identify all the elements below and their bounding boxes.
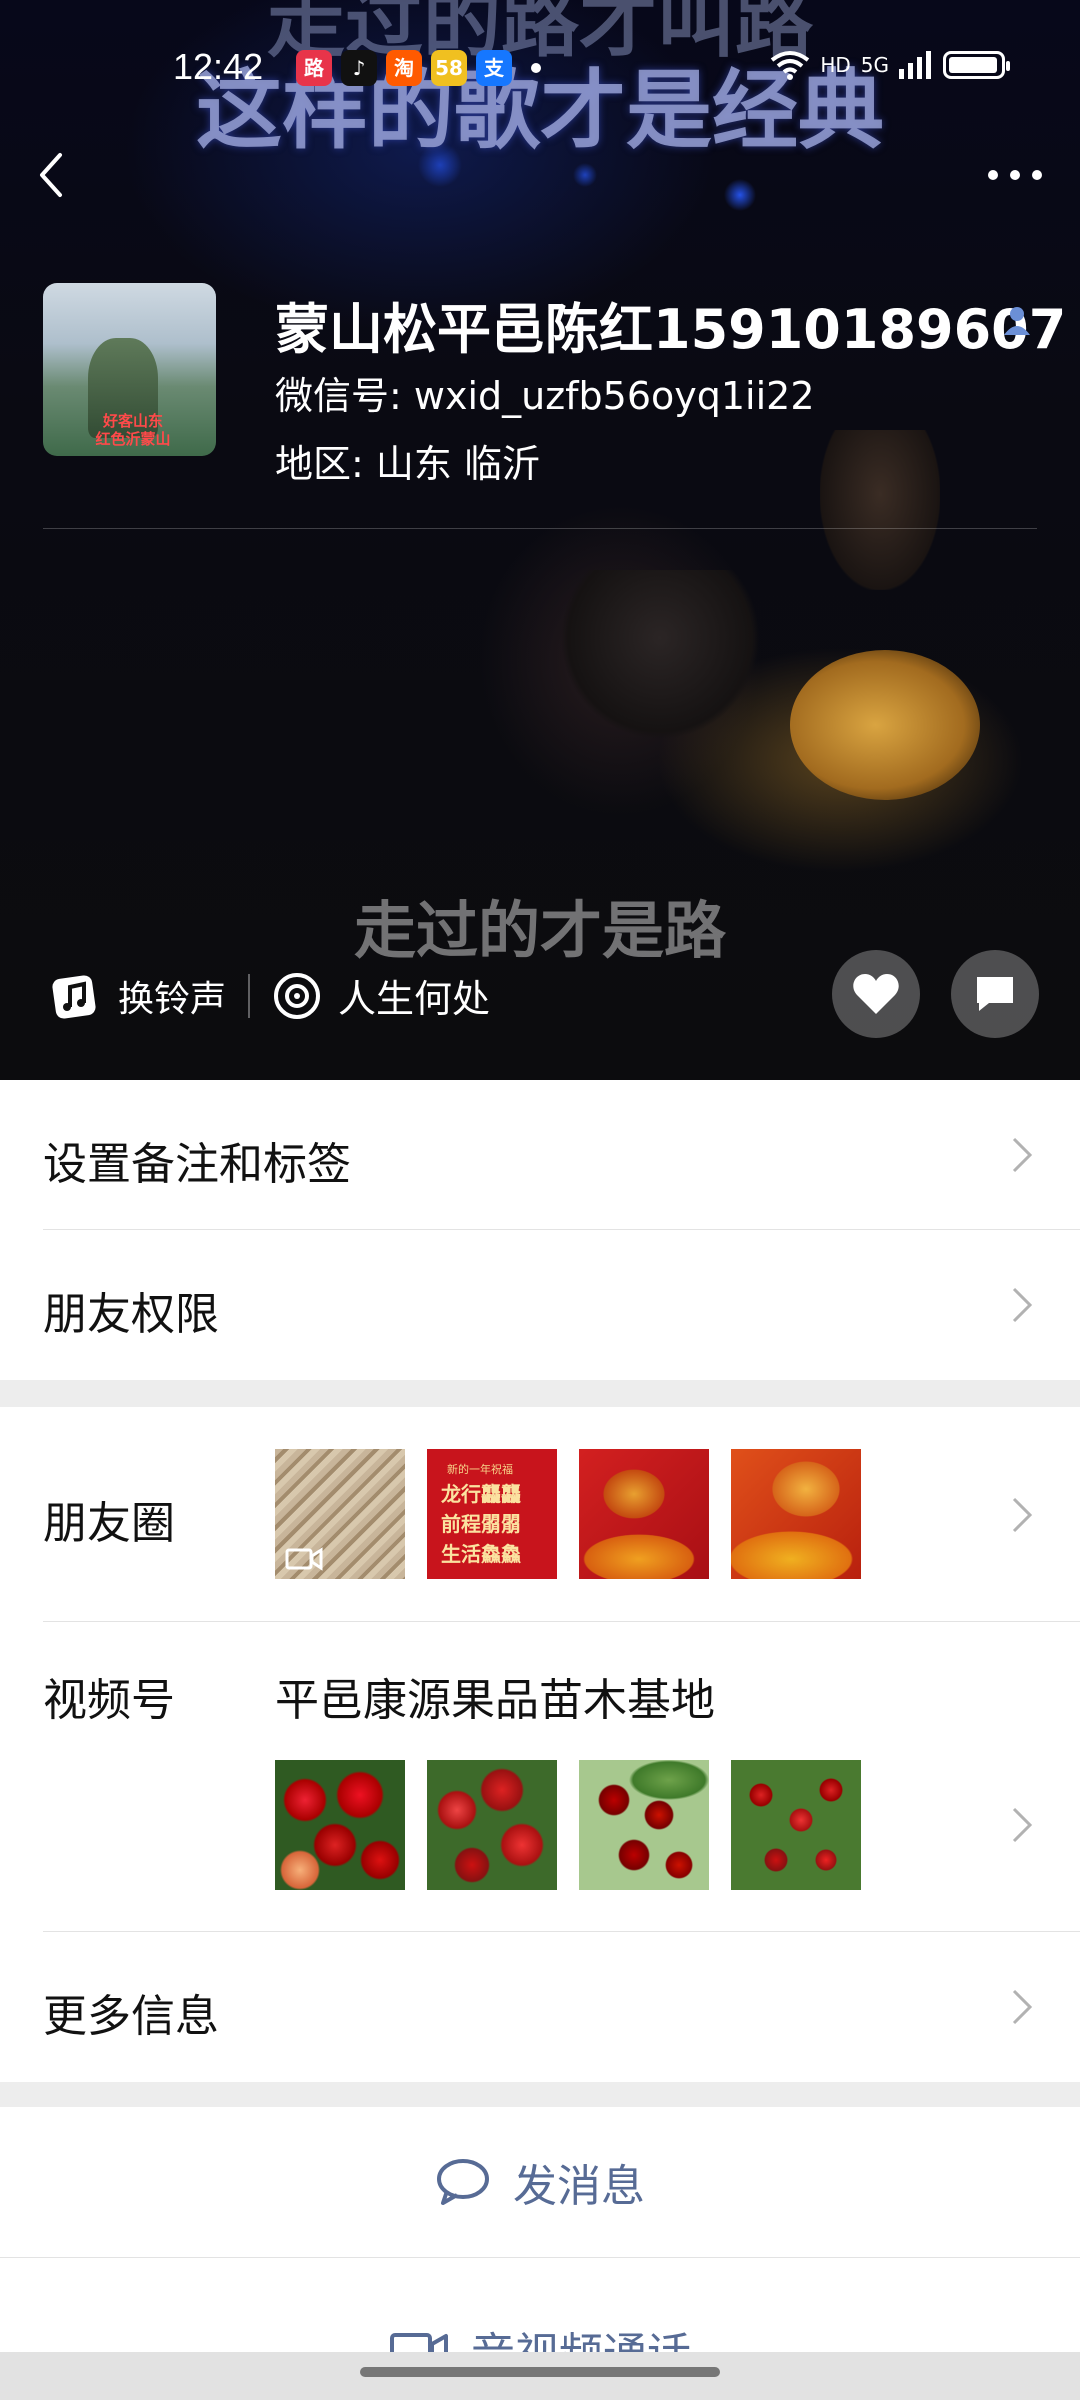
channel-thumb-fruit-tree [731,1760,861,1890]
profile-cover-video[interactable]: 走过的路才叫路 这样的歌才是经典 走过的才是路 [0,0,1080,1080]
cover-performer-singer [820,430,940,590]
battery-icon [943,51,1010,79]
chevron-right-icon [1012,1989,1033,2025]
like-button[interactable] [832,950,920,1038]
verified-user-icon [1004,307,1030,335]
remark-tags-label: 设置备注和标签 [43,1139,351,1190]
channels-row[interactable]: 视频号 平邑康源果品苗木基地 [0,1622,1080,1932]
tiktok-app-icon: ♪ [341,50,377,86]
moments-label: 朋友圈 [43,1498,175,1549]
ringtone-bar: 换铃声 人生何处 [50,968,490,1023]
notification-dot-icon [531,63,541,73]
wifi-icon [771,51,810,80]
video-call-icon [390,2333,448,2352]
send-message-button[interactable]: 发消息 [0,2107,1080,2257]
send-message-label: 发消息 [513,2161,645,2212]
contact-actions-section: 发消息 音视频通话 [0,2107,1080,2352]
remark-tags-row[interactable]: 设置备注和标签 [0,1080,1080,1230]
chevron-right-icon [1012,1497,1033,1533]
status-indicators: HD 5G [770,50,1010,80]
music-disc-icon [274,972,321,1019]
comment-bubble-icon [977,977,1013,1011]
more-info-row[interactable]: 更多信息 [0,1932,1080,2082]
more-dot-icon [1010,170,1020,180]
status-bar: 12:42 路 ♪ 淘 58 支 HD 5G [0,40,1080,96]
wechat-id: 微信号: wxid_uzfb56oyq1ii22 [275,374,815,418]
ringtone-note-icon [52,974,96,1019]
avatar[interactable]: 好客山东 红色沂蒙山 [43,283,216,456]
channel-thumbnails [275,1760,861,1890]
moment-thumb-dragon-2 [731,1449,861,1579]
taobao-app-icon: 淘 [386,50,422,86]
current-song-button[interactable]: 人生何处 [272,968,490,1023]
video-call-label: 音视频通话 [471,2318,691,2352]
ringtone-separator [248,973,251,1018]
heart-icon [853,974,899,1014]
video-camera-icon [285,1547,323,1571]
current-song-label: 人生何处 [338,977,491,1021]
moments-row[interactable]: 朋友圈 新的一年祝福 龙行龘龘 前程朤朤 生活鱻鱻 [0,1407,1080,1622]
hd-label: HD [820,53,851,77]
channel-thumb-peaches-2 [427,1760,557,1890]
avatar-caption: 好客山东 红色沂蒙山 [95,412,171,448]
profile-divider [43,528,1037,529]
more-dot-icon [1032,170,1042,180]
network-label: 5G [860,53,889,77]
cover-performer-keys [560,570,760,740]
comment-button[interactable] [951,950,1039,1038]
moment-thumb-red-greeting: 新的一年祝福 龙行龘龘 前程朤朤 生活鱻鱻 [427,1449,557,1579]
channels-label: 视频号 [43,1675,175,1726]
alipay-app-icon: 支 [476,50,512,86]
chevron-right-icon [1012,1137,1033,1173]
channel-thumb-peaches [275,1760,405,1890]
friend-permissions-label: 朋友权限 [43,1289,219,1340]
moment-thumb-video-sand [275,1449,405,1579]
profile-name: 蒙山松平邑陈红15910189607 [275,298,1067,361]
58-app-icon: 58 [431,50,467,86]
ringtone-label: 换铃声 [118,978,227,1020]
more-dot-icon [988,170,998,180]
cover-lyric-bottom: 走过的才是路 [353,894,726,967]
chat-bubble-icon [437,2159,489,2205]
video-call-button[interactable]: 音视频通话 [0,2257,1080,2352]
friend-permissions-row[interactable]: 朋友权限 [0,1230,1080,1380]
channel-thumb-cherries [579,1760,709,1890]
moment-thumb-dragon [579,1449,709,1579]
profile-region: 地区: 山东 临沂 [275,442,540,486]
status-time: 12:42 [173,46,264,87]
more-info-label: 更多信息 [43,1991,219,2042]
more-options-button[interactable] [980,155,1050,195]
moments-thumbnails: 新的一年祝福 龙行龘龘 前程朤朤 生活鱻鱻 [275,1449,861,1579]
change-ringtone-button[interactable]: 换铃声 [50,970,226,1022]
home-indicator[interactable] [360,2367,720,2377]
lion-app-icon: 路 [296,50,332,86]
settings-section: 设置备注和标签 朋友权限 [0,1080,1080,1380]
signal-icon [899,51,931,79]
social-section: 朋友圈 新的一年祝福 龙行龘龘 前程朤朤 生活鱻鱻 视频号 平邑康源果品苗木基地 [0,1407,1080,2082]
back-button[interactable] [30,145,80,205]
status-app-icons: 路 ♪ 淘 58 支 [296,50,541,86]
chevron-left-icon [40,153,62,197]
chevron-right-icon [1012,1807,1033,1843]
chevron-right-icon [1012,1287,1033,1323]
channel-name: 平邑康源果品苗木基地 [275,1675,715,1726]
cover-guitar [790,650,980,800]
